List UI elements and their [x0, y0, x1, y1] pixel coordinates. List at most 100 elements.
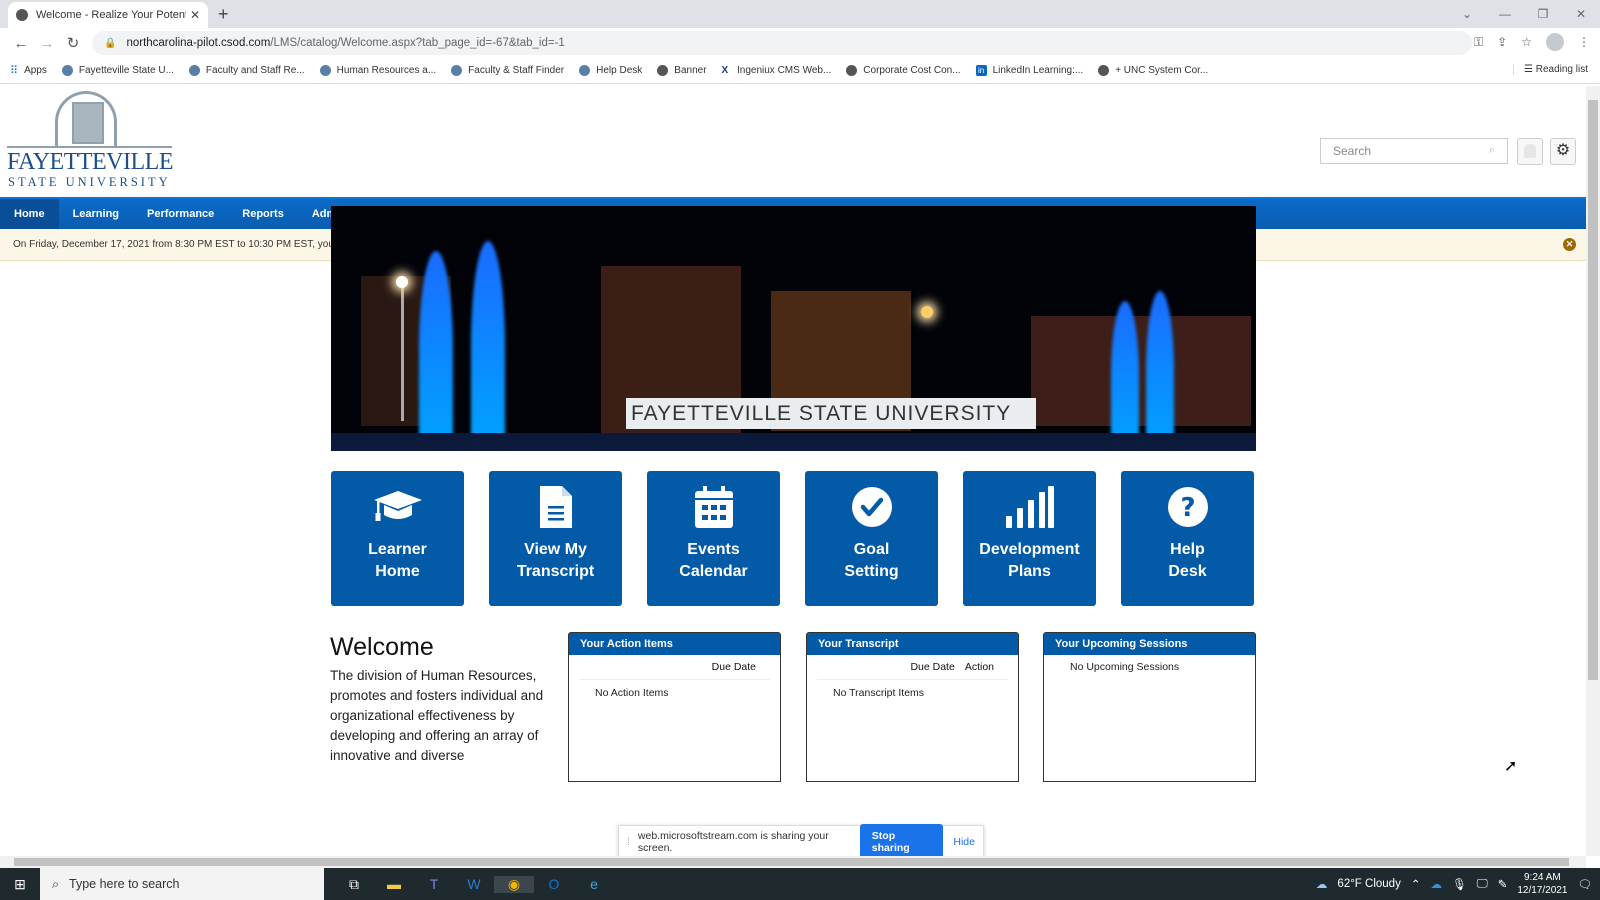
- panel-title[interactable]: Your Action Items: [569, 633, 780, 655]
- bookmark-item[interactable]: Human Resources a...: [319, 65, 436, 76]
- reload-icon[interactable]: ↻: [60, 34, 86, 52]
- tile-label: Development Plans: [979, 541, 1080, 580]
- close-notice-icon[interactable]: ✕: [1563, 238, 1576, 251]
- chrome-icon[interactable]: ◉: [494, 875, 534, 893]
- logo-subname: STATE UNIVERSITY: [8, 175, 171, 189]
- star-icon[interactable]: ☆: [1521, 35, 1532, 49]
- panel-title[interactable]: Your Upcoming Sessions: [1044, 633, 1255, 655]
- reading-list-button[interactable]: ☰ Reading list: [1512, 64, 1588, 75]
- tile-events-calendar[interactable]: Events Calendar: [647, 471, 780, 606]
- fsu-icon: [451, 65, 463, 76]
- teams-icon[interactable]: T: [414, 876, 454, 893]
- minimize-button[interactable]: —: [1486, 7, 1524, 21]
- bookmark-item[interactable]: Fayetteville State U...: [61, 65, 174, 76]
- user-avatar-button[interactable]: [1517, 138, 1543, 165]
- bookmark-item[interactable]: Corporate Cost Con...: [846, 65, 961, 76]
- lamp-post: [401, 281, 404, 421]
- horizontal-scrollbar[interactable]: [0, 856, 1586, 868]
- tile-development-plans[interactable]: Development Plans: [963, 471, 1096, 606]
- menu-icon[interactable]: ⋮: [1578, 35, 1590, 49]
- stop-sharing-button[interactable]: Stop sharing: [859, 824, 944, 860]
- system-tray: ☁ 62°F Cloudy ⌃ ☁ 🎙 🖵 ✎ 9:24 AM 12/17/20…: [1316, 868, 1592, 900]
- ingeniux-icon: X: [721, 65, 729, 76]
- pen-icon[interactable]: ✎: [1498, 877, 1508, 891]
- taskbar-search[interactable]: ⌕ Type here to search: [40, 868, 324, 900]
- tile-learner-home[interactable]: Learner Home: [331, 471, 464, 606]
- fsu-icon: [319, 65, 331, 76]
- share-icon[interactable]: ⇪: [1497, 35, 1507, 49]
- bookmark-item[interactable]: X Ingeniux CMS Web...: [722, 65, 832, 76]
- col-action[interactable]: Action: [965, 661, 994, 673]
- back-icon[interactable]: ←: [8, 35, 34, 52]
- search-input[interactable]: Search ⌕: [1320, 138, 1508, 164]
- panel-title[interactable]: Your Transcript: [807, 633, 1018, 655]
- scroll-thumb[interactable]: [1588, 100, 1598, 680]
- weather-text[interactable]: 62°F Cloudy: [1337, 878, 1400, 890]
- fsu-icon: [188, 65, 200, 76]
- search-icon[interactable]: ⌕: [1489, 144, 1495, 158]
- close-window-button[interactable]: ✕: [1562, 7, 1600, 21]
- forward-icon[interactable]: →: [34, 35, 60, 52]
- fountain-jet: [471, 241, 505, 451]
- vertical-scrollbar[interactable]: [1586, 86, 1600, 856]
- bookmark-item[interactable]: Banner: [657, 65, 707, 76]
- site-header: FAYETTEVILLE STATE UNIVERSITY Search ⌕ ⚙: [0, 86, 1586, 197]
- new-tab-button[interactable]: +: [218, 4, 229, 25]
- tile-view-transcript[interactable]: View My Transcript: [489, 471, 622, 606]
- logo-name: FAYETTEVILLE: [7, 149, 173, 175]
- profile-icon[interactable]: [1546, 33, 1564, 51]
- bookmark-item[interactable]: Faculty & Staff Finder: [451, 65, 564, 76]
- col-due-date[interactable]: Due Date: [910, 661, 954, 673]
- bookmark-item[interactable]: Help Desk: [579, 65, 642, 76]
- file-explorer-icon[interactable]: ▬: [374, 876, 414, 893]
- col-due-date[interactable]: Due Date: [712, 661, 756, 673]
- taskbar-search-placeholder: Type here to search: [69, 877, 180, 891]
- clock-time: 9:24 AM: [1524, 872, 1561, 883]
- tile-help-desk[interactable]: ? Help Desk: [1121, 471, 1254, 606]
- close-tab-icon[interactable]: ✕: [190, 8, 200, 22]
- bookmark-apps[interactable]: ⠿ Apps: [10, 64, 47, 77]
- search-icon: ⌕: [52, 876, 60, 891]
- bookmark-item[interactable]: + UNC System Cor...: [1098, 65, 1208, 76]
- action-items-panel: Your Action Items Due Date No Action Ite…: [568, 632, 781, 782]
- upcoming-sessions-panel: Your Upcoming Sessions No Upcoming Sessi…: [1043, 632, 1256, 782]
- seal-icon: [55, 91, 117, 146]
- share-message: web.microsoftstream.com is sharing your …: [637, 830, 829, 854]
- hide-button[interactable]: Hide: [953, 836, 975, 848]
- restore-button[interactable]: ❐: [1524, 7, 1562, 21]
- notifications-icon[interactable]: 🗨: [1577, 877, 1592, 891]
- scroll-thumb[interactable]: [14, 858, 1569, 866]
- clock[interactable]: 9:24 AM 12/17/2021: [1517, 871, 1567, 897]
- svg-text:?: ?: [1180, 493, 1195, 523]
- outlook-icon[interactable]: O: [534, 876, 574, 893]
- nav-reports[interactable]: Reports: [228, 199, 298, 229]
- reading-list-icon: ☰: [1523, 64, 1533, 75]
- lock-icon: 🔒: [104, 37, 117, 49]
- url-host: northcarolina-pilot.csod.com: [126, 37, 271, 49]
- tile-goal-setting[interactable]: Goal Setting: [805, 471, 938, 606]
- bookmark-item[interactable]: Faculty and Staff Re...: [188, 65, 305, 76]
- onedrive-icon[interactable]: ☁: [1430, 877, 1442, 891]
- gear-icon[interactable]: ⚙: [1550, 138, 1576, 165]
- nav-performance[interactable]: Performance: [133, 199, 228, 229]
- lamp-light: [921, 306, 933, 318]
- question-circle-icon: ?: [1121, 483, 1254, 531]
- edge-icon[interactable]: e: [574, 876, 614, 893]
- task-view-icon[interactable]: ⧉: [334, 876, 374, 893]
- lamp-light: [396, 276, 408, 288]
- windows-start-icon[interactable]: ⊞: [0, 876, 40, 893]
- fountain-jet: [419, 251, 453, 451]
- network-icon[interactable]: 🖵: [1477, 878, 1488, 891]
- nav-home[interactable]: Home: [0, 199, 59, 229]
- word-icon[interactable]: W: [454, 876, 494, 893]
- tab-search-icon[interactable]: ⌄: [1448, 7, 1486, 21]
- browser-tab[interactable]: Welcome - Realize Your Potential ✕: [8, 2, 208, 28]
- nav-learning[interactable]: Learning: [59, 199, 133, 229]
- bookmark-item[interactable]: in LinkedIn Learning:...: [975, 65, 1083, 76]
- key-icon[interactable]: ⚿: [1474, 35, 1483, 50]
- address-bar[interactable]: 🔒 northcarolina-pilot.csod.com/LMS/catal…: [92, 31, 1472, 55]
- fsu-logo[interactable]: FAYETTEVILLE STATE UNIVERSITY: [7, 91, 177, 191]
- microphone-icon[interactable]: 🎙: [1452, 877, 1467, 891]
- drag-handle-icon[interactable]: ⁞: [627, 836, 630, 848]
- show-hidden-icon[interactable]: ⌃: [1411, 877, 1421, 891]
